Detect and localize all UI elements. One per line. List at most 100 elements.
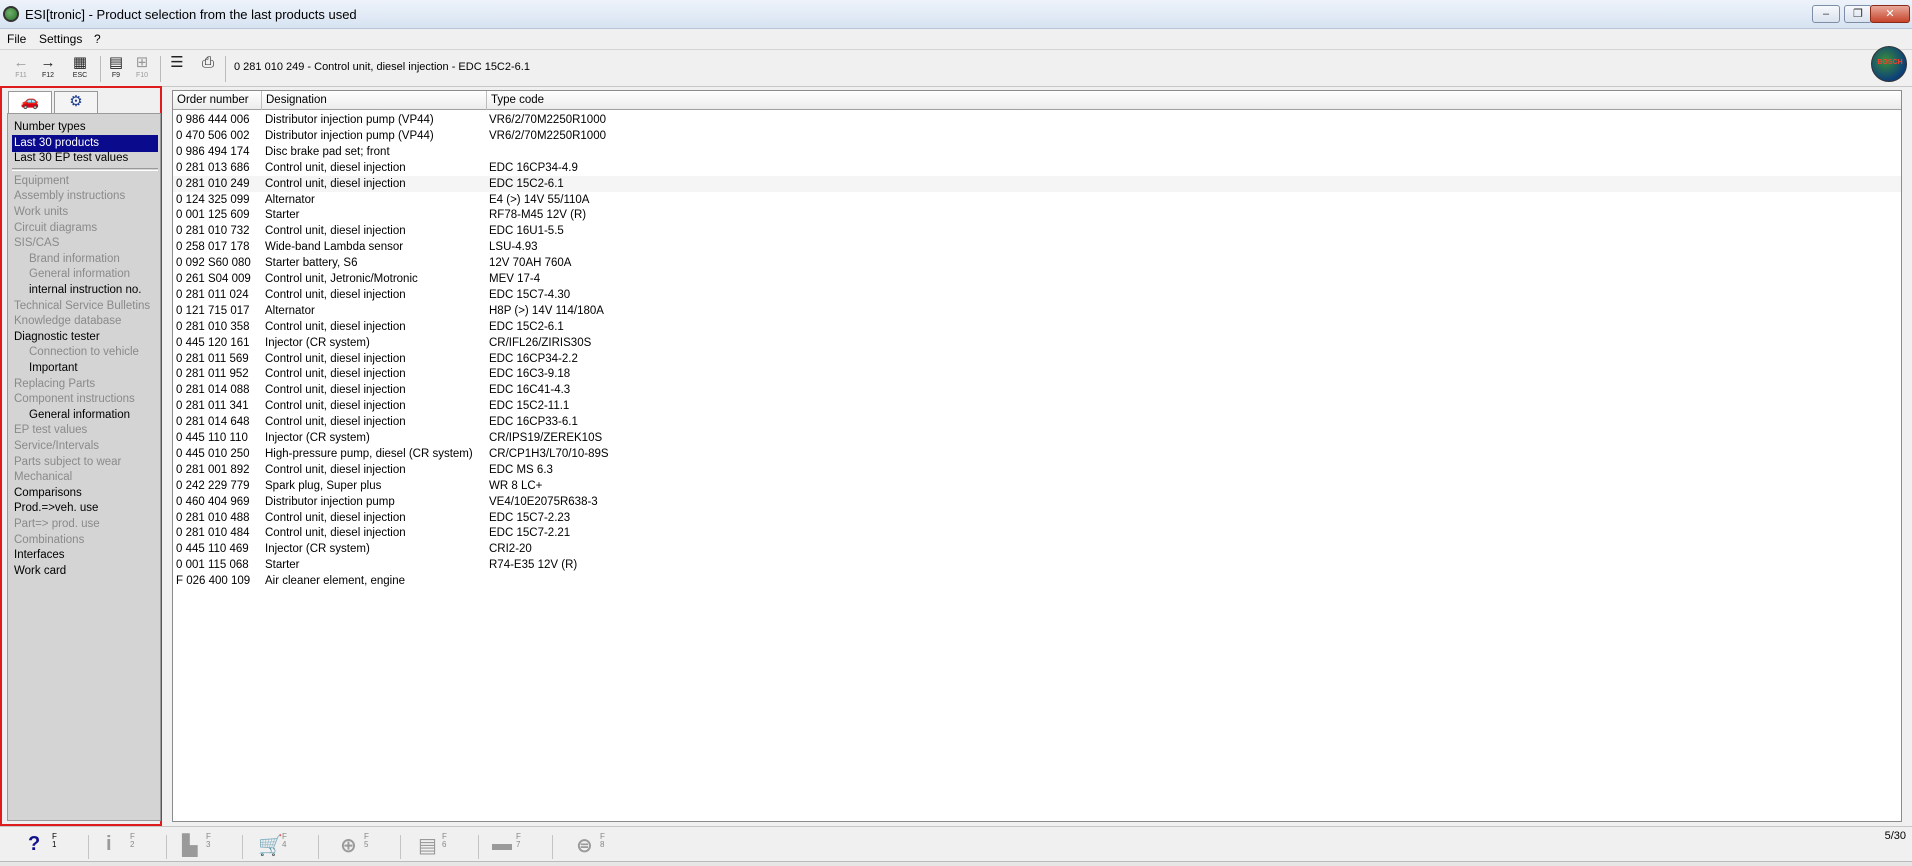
order-number-cell: 0 986 444 006 [176,114,250,126]
order-number-cell: 0 281 010 732 [176,225,250,238]
type-code-cell: R74-E35 12V (R) [489,559,578,572]
order-number-cell: 0 092 S60 080 [176,257,251,270]
designation-cell: Control unit, diesel injection [265,161,406,174]
table-row[interactable]: 0 986 494 174 Disc brake pad set; front [173,144,1901,160]
type-code-cell: VE4/10E2075R638-3 [489,495,598,508]
nav-item-comparisons[interactable]: Comparisons [12,485,158,502]
back-button[interactable]: ← F11 [9,54,33,84]
table-row[interactable]: 0 281 010 732 Control unit, diesel inject… [173,223,1901,239]
type-code-cell: H8P (>) 14V 114/180A [489,304,604,317]
network-button[interactable]: ⊞ F10 [130,54,154,84]
engine-tab[interactable]: ⚙ [54,91,98,113]
forward-button[interactable]: → F12 [36,54,60,84]
designation-cell: Control unit, diesel injection [265,463,406,476]
nav-item-general-information[interactable]: General information [12,407,158,424]
type-code-cell: EDC MS 6.3 [489,463,553,476]
car-tab[interactable]: 🚗 [8,91,52,113]
nav-item-number-types[interactable]: Number types [12,119,158,136]
table-row[interactable]: 0 281 014 648 Control unit, diesel inject… [173,414,1901,430]
order-number-cell: 0 121 715 017 [176,304,250,317]
archive-button: ▤ F 6 [418,831,478,861]
table-row[interactable]: 0 445 120 161 Injector (CR system) CR/IFL2… [173,335,1901,351]
close-button[interactable]: ✕ [1870,5,1910,23]
network-icon: ⊞ [135,54,149,71]
nav-item-prod-veh-use[interactable]: Prod.=>veh. use [12,500,158,517]
type-code-cell: WR 8 LC+ [489,479,543,492]
order-number-cell: F 026 400 109 [176,575,251,588]
order-number-cell: 0 460 404 969 [176,495,250,508]
type-code-cell: EDC 15C2-11.1 [489,400,570,413]
nav-item-diagnostic-tester[interactable]: Diagnostic tester [12,329,158,346]
nav-item-work-card[interactable]: Work card [12,563,158,580]
nav-item-service-intervals: Service/Intervals [14,440,100,452]
table-row[interactable]: 0 445 110 110 Injector (CR system) CR/IPS1… [173,430,1901,446]
order-number-cell: 0 261 S04 009 [176,273,251,285]
table-row[interactable]: 0 001 115 068 Starter R74-E35 12V (R) [173,557,1901,573]
designation-cell: Control unit, diesel injection [265,320,406,333]
zoom-icon: ⊕ [340,835,357,857]
order-number-cell: 0 470 506 002 [176,129,250,142]
table-row[interactable]: 0 092 S60 080 Starter battery, S6 12V 70AH… [173,255,1901,271]
table-row[interactable]: 0 124 325 099 Alternator E4 (>) 14V 55/110… [173,192,1901,208]
table-row[interactable]: 0 242 229 779 Spark plug, Super plus WR 8 … [173,478,1901,494]
nav-item-important[interactable]: Important [12,360,158,377]
table-row[interactable]: 0 281 001 892 Control unit, diesel inject… [173,462,1901,478]
designation-cell: Distributor injection pump (VP44) [265,129,434,142]
designation-cell: Air cleaner element, engine [265,575,405,588]
nav-item-internal-instruction-no[interactable]: internal instruction no. [12,282,158,299]
nav-item-last-30-products[interactable]: Last 30 products [12,134,158,152]
table-row[interactable]: 0 281 010 484 Control unit, diesel inject… [173,525,1901,541]
table-row[interactable]: 0 281 013 686 Control unit, diesel inject… [173,160,1901,176]
menu-settings[interactable]: Settings [39,32,82,46]
nav-item-work-units: Work units [14,206,69,218]
table-row[interactable]: 0 281 010 249 Control unit, diesel inject… [173,175,1901,192]
table-row[interactable]: 0 281 010 488 Control unit, diesel inject… [173,510,1901,526]
designation-cell: Control unit, diesel injection [265,511,406,524]
designation-cell: Control unit, diesel injection [265,177,406,190]
table-row[interactable]: F 026 400 109 Air cleaner element, engine [173,573,1901,589]
nav-item-interfaces[interactable]: Interfaces [12,547,158,564]
footer-separator [88,835,89,859]
table-row[interactable]: 0 281 011 952 Control unit, diesel inject… [173,366,1901,382]
table-row[interactable]: 0 460 404 969 Distributor injection pump V… [173,494,1901,510]
nav-item-connection-to-vehicle: Connection to vehicle [29,346,139,359]
print-button[interactable]: ⎙ [196,54,220,84]
table-row[interactable]: 0 261 S04 009 Control unit, Jetronic/Motr… [173,271,1901,287]
table-row[interactable]: 0 445 110 469 Injector (CR system) CRI2-20 [173,541,1901,557]
help-button[interactable]: ? F 1 [28,831,88,861]
table-row[interactable]: 0 470 506 002 Distributor injection pump … [173,128,1901,144]
maximize-button[interactable]: ❐ [1844,5,1872,23]
cart-icon: 🛒 [258,835,283,857]
minimize-button[interactable]: ‒ [1812,5,1840,23]
table-row[interactable]: 0 986 444 006 Distributor injection pump … [173,112,1901,128]
nav-item-sis-cas: SIS/CAS [14,237,60,250]
column-header-designation[interactable]: Designation [262,91,487,110]
esitronic-window: ESI[tronic] - Product selection from the… [0,0,1912,866]
nav-item-last-30-ep-test-values[interactable]: Last 30 EP test values [12,150,158,167]
list-button[interactable]: ☰ [165,54,189,84]
type-code-cell: EDC 16U1-5.5 [489,225,564,238]
table-row[interactable]: 0 281 010 358 Control unit, diesel inject… [173,319,1901,335]
nav-item-ep-test-values: EP test values [14,424,88,437]
horizontal-scrollbar[interactable] [0,861,1912,866]
table-row[interactable]: 0 258 017 178 Wide-band Lambda sensor LSU-… [173,239,1901,255]
table-row[interactable]: 0 281 011 569 Control unit, diesel inject… [173,351,1901,367]
order-number-cell: 0 281 010 358 [176,320,250,333]
order-number-cell: 0 124 325 099 [176,193,250,206]
column-header-type-code[interactable]: Type code [487,91,1901,110]
menu-file[interactable]: File [7,32,26,46]
table-row[interactable]: 0 121 715 017 Alternator H8P (>) 14V 114/1… [173,303,1901,319]
menu-help[interactable]: ? [94,32,101,46]
function-key-label: F 5 [364,832,369,849]
column-header-order-number[interactable]: Order number [173,91,262,110]
table-row[interactable]: 0 281 011 341 Control unit, diesel inject… [173,398,1901,414]
nav-item-circuit-diagrams: Circuit diagrams [14,221,98,234]
table-row[interactable]: 0 281 011 024 Control unit, diesel inject… [173,287,1901,303]
back-icon: ← [13,54,29,71]
table-row[interactable]: 0 001 125 609 Starter RF78-M45 12V (R) [173,207,1901,223]
document-button[interactable]: ▤ F9 [104,54,128,84]
info-button: i F 2 [106,831,166,861]
table-row[interactable]: 0 445 010 250 High-pressure pump, diesel … [173,446,1901,462]
table-row[interactable]: 0 281 014 088 Control unit, diesel inject… [173,382,1901,398]
escape-button[interactable]: ▦ ESC [68,54,92,84]
